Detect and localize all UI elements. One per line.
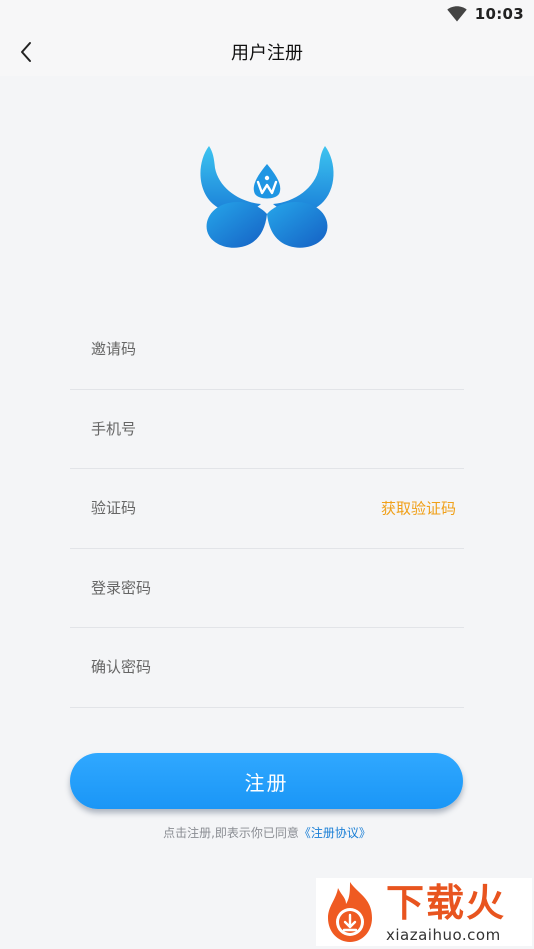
confirm-password-input[interactable] xyxy=(70,647,464,688)
agreement-text: 点击注册,即表示你已同意《注册协议》 xyxy=(0,824,534,841)
confirm-password-row xyxy=(70,628,464,708)
phone-input[interactable] xyxy=(70,408,464,449)
password-row xyxy=(70,549,464,628)
get-code-button[interactable]: 获取验证码 xyxy=(381,498,456,519)
invite-code-input[interactable] xyxy=(70,329,464,370)
register-form: 获取验证码 xyxy=(70,310,464,708)
agreement-link[interactable]: 《注册协议》 xyxy=(299,826,371,840)
watermark-title: 下载火 xyxy=(386,881,507,925)
verify-code-row: 获取验证码 xyxy=(70,469,464,549)
watermark: 下载火 xiazaihuo.com xyxy=(316,878,532,946)
status-time: 10:03 xyxy=(474,5,524,23)
wifi-icon xyxy=(447,6,467,22)
watermark-url: xiazaihuo.com xyxy=(386,926,501,944)
invite-code-row xyxy=(70,310,464,390)
agreement-prefix: 点击注册,即表示你已同意 xyxy=(163,826,299,840)
phone-row xyxy=(70,390,464,469)
status-bar: 10:03 xyxy=(0,0,534,28)
chevron-left-icon xyxy=(21,42,31,62)
flame-logo-icon xyxy=(328,882,372,942)
register-button[interactable]: 注册 xyxy=(70,753,463,809)
back-button[interactable] xyxy=(8,34,44,70)
page-title: 用户注册 xyxy=(231,43,303,64)
nav-bar: 用户注册 xyxy=(0,28,534,76)
app-logo xyxy=(200,146,334,248)
register-screen: 10:03 用户注册 邀请码 手机号 验证码 获取验证码 注册 点击注册,即表示… xyxy=(0,0,534,949)
password-input[interactable] xyxy=(70,567,464,608)
